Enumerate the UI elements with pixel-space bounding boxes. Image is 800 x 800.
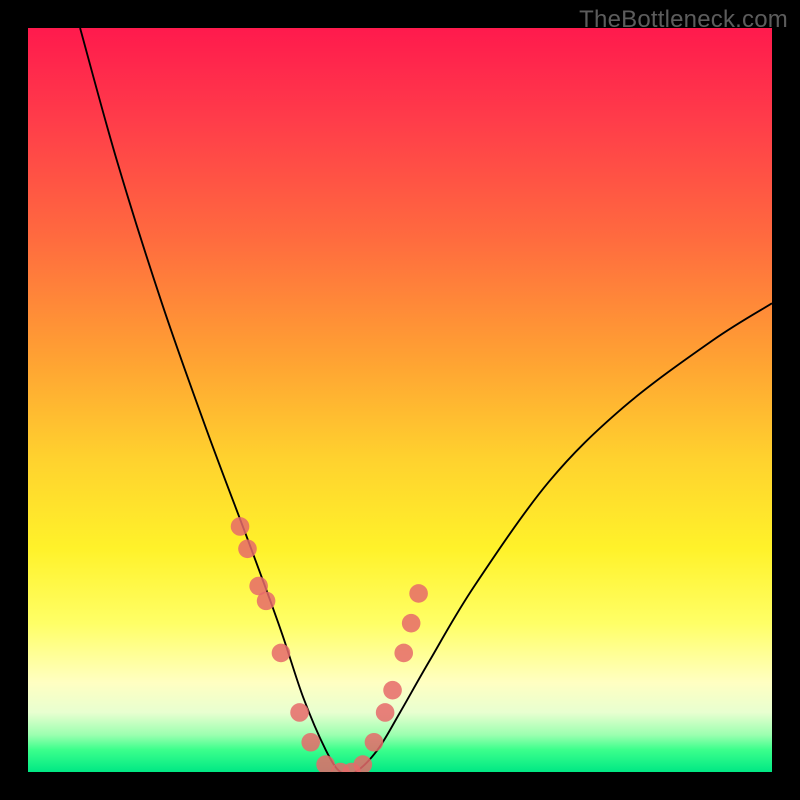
marker-dot [376, 703, 395, 722]
marker-dot [272, 644, 291, 663]
marker-dot [365, 733, 384, 752]
marker-dot [301, 733, 320, 752]
marker-dot [354, 755, 373, 772]
marker-dot [402, 614, 421, 633]
marker-dot [290, 703, 309, 722]
watermark-text: TheBottleneck.com [579, 6, 788, 34]
plot-area [28, 28, 772, 772]
marker-dot [238, 540, 257, 559]
chart-frame: TheBottleneck.com [0, 0, 800, 800]
bottleneck-curve [80, 28, 772, 772]
marker-dot [394, 644, 413, 663]
curve-layer [28, 28, 772, 772]
marker-dot [383, 681, 402, 700]
marker-dot [409, 584, 428, 603]
marker-group [231, 517, 428, 772]
marker-dot [257, 592, 276, 611]
marker-dot [231, 517, 250, 536]
